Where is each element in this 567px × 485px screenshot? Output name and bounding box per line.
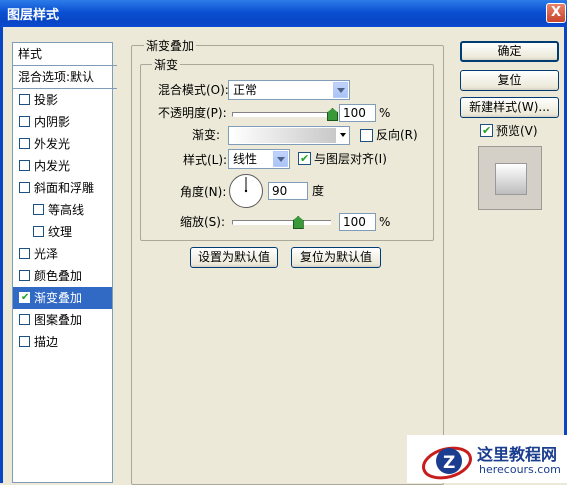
style-checkbox[interactable] [19, 182, 30, 193]
angle-input[interactable]: 90 [268, 182, 308, 200]
scale-slider-track[interactable] [232, 220, 331, 225]
style-checkbox[interactable] [19, 160, 30, 171]
style-list-item[interactable]: 光泽 [13, 243, 112, 265]
style-item-label: 外发光 [34, 137, 71, 151]
style-list-item[interactable]: 描边 [13, 331, 112, 353]
gradient-overlay-title: 渐变叠加 [144, 37, 197, 54]
style-item-label: 图案叠加 [34, 313, 83, 327]
watermark: Z 这里教程网 herecours.com [407, 435, 567, 483]
chevron-down-icon[interactable] [273, 151, 288, 167]
opacity-label: 不透明度(P): [158, 106, 227, 120]
reverse-checkbox[interactable] [360, 129, 373, 142]
style-item-label: 等高线 [48, 203, 85, 217]
preview-checkbox[interactable]: ✔ [480, 124, 493, 137]
opacity-input[interactable]: 100 [339, 104, 376, 122]
style-list-item[interactable]: 投影 [13, 89, 112, 111]
style-checkbox[interactable] [19, 270, 30, 281]
opacity-unit: % [379, 106, 391, 120]
style-list-item[interactable]: 内发光 [13, 155, 112, 177]
svg-text:Z: Z [443, 453, 455, 473]
chevron-down-icon[interactable] [333, 82, 348, 98]
angle-label: 角度(N): [180, 185, 227, 199]
gradient-label: 渐变: [192, 128, 221, 142]
check-icon: ✔ [482, 124, 492, 137]
style-list-item[interactable]: 图案叠加 [13, 309, 112, 331]
style-item-label: 内发光 [34, 159, 71, 173]
ok-button[interactable]: 确定 [460, 41, 559, 62]
window-title: 图层样式 [7, 8, 60, 23]
watermark-logo: Z [422, 446, 472, 480]
set-as-default-button[interactable]: 设置为默认值 [190, 247, 278, 268]
style-preview-thumbnail [478, 146, 542, 210]
reverse-label[interactable]: 反向(R) [376, 126, 418, 144]
style-checkbox[interactable] [33, 204, 44, 215]
new-style-button[interactable]: 新建样式(W)... [460, 97, 559, 118]
close-icon: X [550, 5, 562, 20]
style-list-item[interactable]: 内阴影 [13, 111, 112, 133]
blend-options-item[interactable]: 混合选项:默认 [13, 66, 117, 89]
style-checkbox[interactable] [19, 314, 30, 325]
title-bar[interactable] [0, 0, 567, 27]
angle-unit: 度 [312, 184, 325, 198]
watermark-url: herecours.com [479, 463, 561, 476]
style-list-item[interactable]: 斜面和浮雕 [13, 177, 112, 199]
blend-mode-label: 混合模式(O): [158, 83, 229, 97]
style-checkbox[interactable] [33, 226, 44, 237]
watermark-brand: 这里教程网 [477, 445, 558, 464]
gradient-style-value: 线性 [233, 152, 258, 166]
style-item-label: 内阴影 [34, 115, 71, 129]
style-checkbox[interactable] [19, 336, 30, 347]
style-item-label: 颜色叠加 [34, 269, 83, 283]
style-item-label: 投影 [34, 93, 59, 107]
style-list-item[interactable]: 等高线 [13, 199, 112, 221]
reset-button[interactable]: 复位 [460, 70, 559, 91]
style-checkbox[interactable] [19, 248, 30, 259]
gradient-style-select[interactable]: 线性 [228, 149, 290, 169]
opacity-slider-track[interactable] [232, 112, 333, 117]
styles-list: 样式 混合选项:默认 投影内阴影外发光内发光斜面和浮雕等高线纹理光泽颜色叠加 ✔ 渐… [12, 42, 117, 483]
gradient-picker[interactable] [228, 126, 350, 145]
align-with-layer-checkbox[interactable]: ✔ [298, 152, 311, 165]
preview-swatch [495, 163, 527, 195]
style-checkbox[interactable]: ✔ [19, 292, 30, 303]
style-list-item[interactable]: ✔ 渐变叠加 [13, 287, 112, 309]
close-button[interactable]: X [546, 3, 566, 23]
style-item-label: 纹理 [48, 225, 73, 239]
scale-input[interactable]: 100 [339, 213, 376, 231]
preview-label[interactable]: 预览(V) [496, 122, 538, 140]
style-label: 样式(L): [183, 153, 228, 167]
check-icon: ✔ [21, 292, 30, 303]
style-list-item[interactable]: 纹理 [13, 221, 112, 243]
style-item-label: 斜面和浮雕 [34, 181, 95, 195]
gradient-swatch[interactable] [230, 128, 336, 143]
gradient-subgroup-title: 渐变 [152, 56, 181, 73]
angle-dial[interactable] [228, 173, 264, 209]
style-list-item[interactable]: 外发光 [13, 133, 112, 155]
style-item-label: 描边 [34, 335, 59, 349]
blend-mode-value: 正常 [233, 83, 258, 97]
style-checkbox[interactable] [19, 138, 30, 149]
gradient-dropdown-icon[interactable] [340, 133, 346, 137]
blend-mode-select[interactable]: 正常 [228, 80, 350, 100]
align-with-layer-label[interactable]: 与图层对齐(I) [314, 150, 387, 168]
scale-label: 缩放(S): [180, 215, 226, 229]
reset-to-default-button[interactable]: 复位为默认值 [291, 247, 381, 268]
style-item-label: 渐变叠加 [34, 291, 83, 305]
style-checkbox[interactable] [19, 116, 30, 127]
check-icon: ✔ [300, 152, 310, 165]
style-list-item[interactable]: 颜色叠加 [13, 265, 112, 287]
styles-list-header[interactable]: 样式 [13, 43, 117, 66]
scale-unit: % [379, 215, 391, 229]
style-item-label: 光泽 [34, 247, 59, 261]
style-checkbox[interactable] [19, 94, 30, 105]
